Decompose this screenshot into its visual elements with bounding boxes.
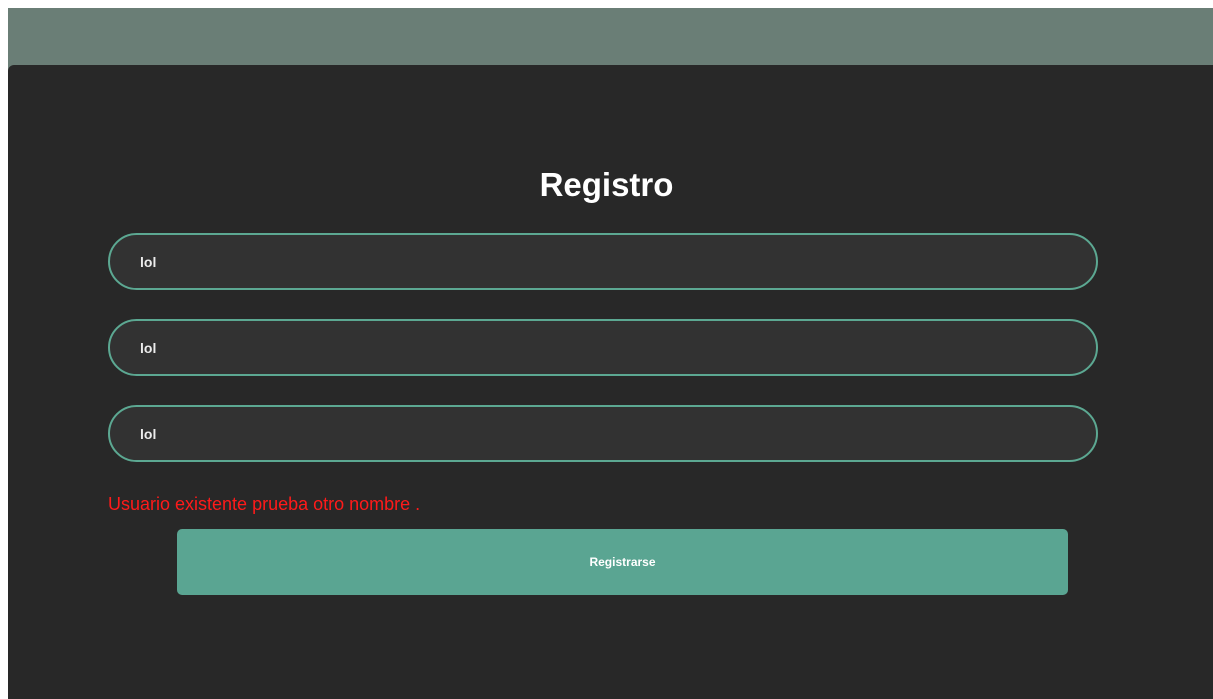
username-field[interactable] <box>108 233 1098 290</box>
email-field[interactable] <box>108 319 1098 376</box>
register-button[interactable]: Registrarse <box>177 529 1068 595</box>
header-band <box>8 8 1213 70</box>
page-title: Registro <box>539 166 674 203</box>
password-field[interactable] <box>108 405 1098 462</box>
register-card <box>8 65 1213 699</box>
page: Registro Usuario existente prueba otro n… <box>0 0 1213 699</box>
error-message: Usuario existente prueba otro nombre . <box>108 494 421 514</box>
